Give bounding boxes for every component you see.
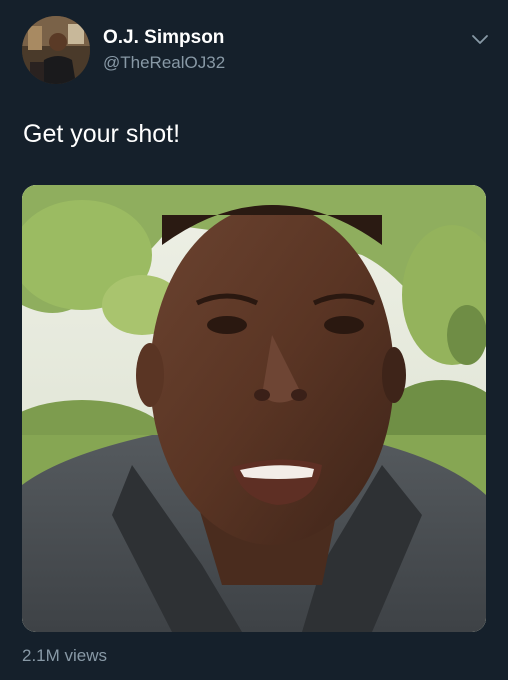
view-count: 2.1M views (22, 646, 108, 665)
chevron-down-icon (472, 35, 488, 44)
author-handle[interactable]: @TheRealOJ32 (103, 52, 225, 74)
tweet-menu-button[interactable] (466, 26, 494, 54)
video-thumbnail (22, 185, 486, 632)
author-name[interactable]: O.J. Simpson (103, 27, 224, 49)
tweet-text: Get your shot! (23, 120, 181, 148)
avatar-image (22, 16, 90, 84)
avatar[interactable] (22, 16, 90, 84)
tweet: O.J. Simpson @TheRealOJ32 Get your shot! (0, 0, 508, 680)
tweet-video[interactable] (22, 185, 486, 632)
